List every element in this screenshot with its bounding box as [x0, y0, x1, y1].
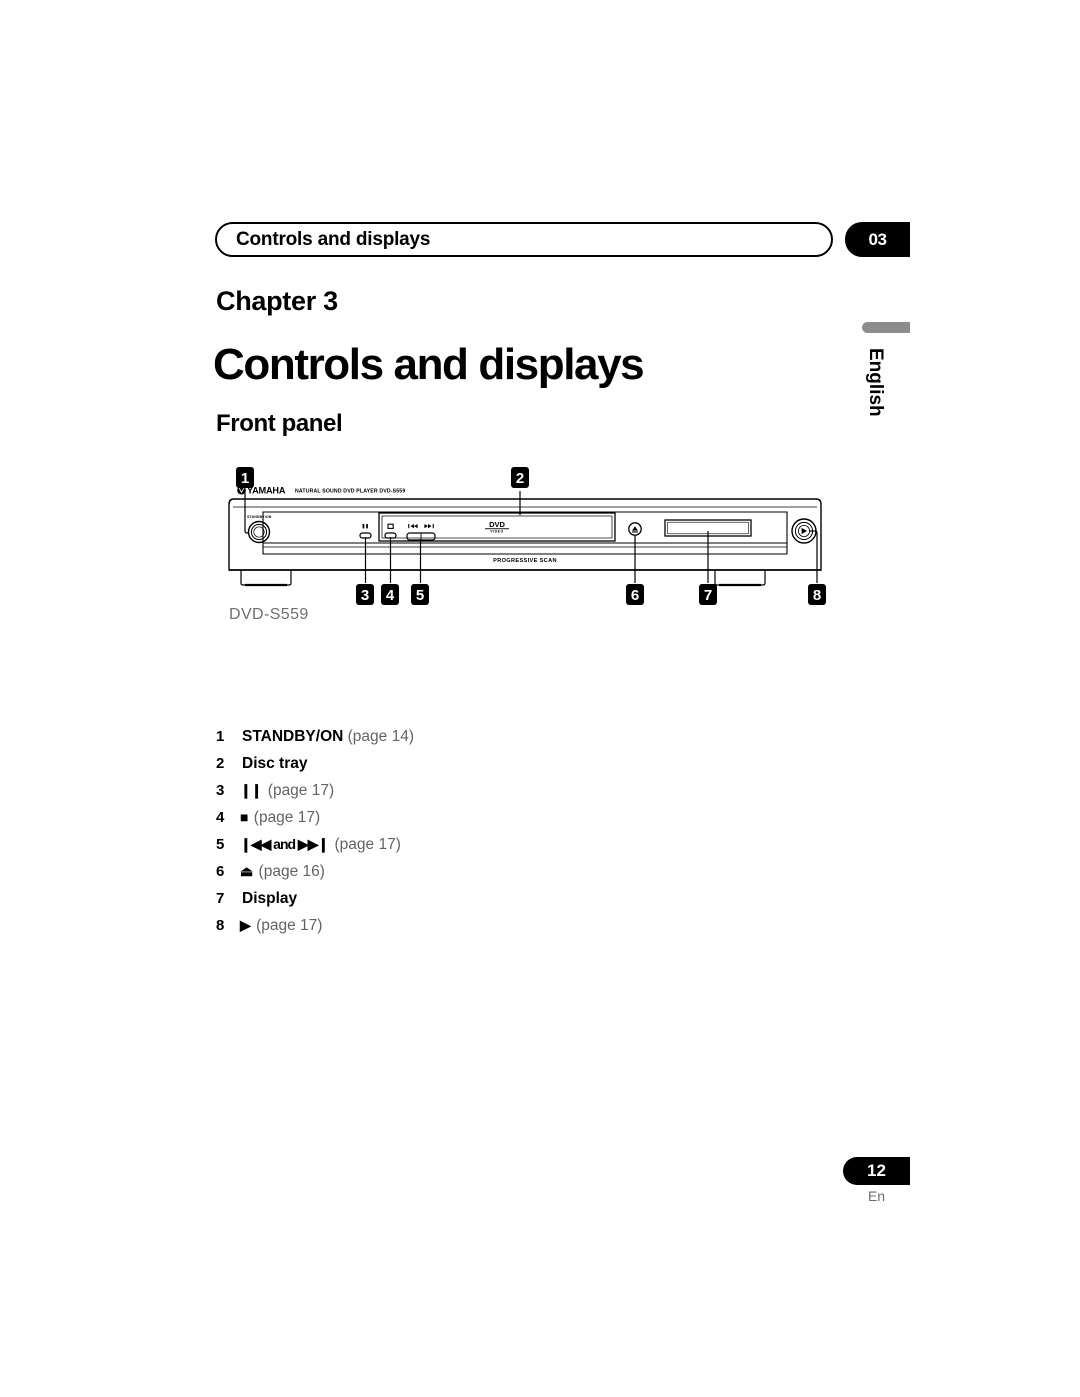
running-header-bar: Controls and displays	[215, 222, 833, 257]
callout-3: 3	[356, 584, 374, 605]
eject-button	[628, 522, 642, 536]
list-item: 5 ❙◀◀ and ▶▶❙ (page 17)	[216, 836, 646, 863]
front-panel-legend-list: 1 STANDBY/ON (page 14) 2 Disc tray 3 ❙❙ …	[216, 728, 646, 944]
svg-text:1: 1	[241, 470, 249, 487]
side-gray-bar	[862, 322, 910, 333]
progressive-scan-label: PROGRESSIVE SCAN	[493, 558, 557, 564]
legend-number: 5	[216, 836, 225, 853]
legend-number: 3	[216, 782, 225, 799]
stop-icon: ■	[240, 809, 249, 825]
callout-1: 1	[236, 467, 254, 488]
chapter-number-tab: 03	[845, 222, 910, 257]
running-header-title: Controls and displays	[236, 229, 431, 250]
section-title: Front panel	[216, 409, 343, 437]
disc-tray-dvd-logo: DVD	[489, 520, 505, 529]
callout-7: 7	[699, 584, 717, 605]
legend-text: ▶ (page 17)	[240, 917, 322, 935]
side-language-label: English	[865, 348, 886, 417]
list-item: 1 STANDBY/ON (page 14)	[216, 728, 646, 755]
legend-label: Disc tray	[242, 755, 308, 772]
skip-buttons	[406, 524, 436, 541]
legend-page-ref: (page 17)	[256, 917, 323, 934]
legend-text: ❙❙ (page 17)	[240, 782, 334, 800]
list-item: 8 ▶ (page 17)	[216, 917, 646, 944]
legend-number: 1	[216, 728, 225, 745]
list-item: 3 ❙❙ (page 17)	[216, 782, 646, 809]
footer-language-code: En	[867, 1188, 886, 1204]
list-item: 2 Disc tray	[216, 755, 646, 782]
page-title: Controls and displays	[213, 340, 645, 390]
legend-page-ref: (page 16)	[258, 863, 325, 880]
disc-tray-video-logo: VIDEO	[490, 530, 504, 534]
front-panel-figure: DVD VIDEO YAMAHA NATURAL SOUND DVD PLAYE…	[215, 465, 855, 630]
legend-text: Display	[240, 890, 297, 908]
legend-text: STANDBY/ON (page 14)	[240, 728, 414, 746]
legend-number: 4	[216, 809, 225, 826]
eject-icon: ⏏	[240, 863, 253, 879]
list-item: 6 ⏏ (page 16)	[216, 863, 646, 890]
legend-number: 6	[216, 863, 225, 880]
callout-5: 5	[411, 584, 429, 605]
legend-page-ref: (page 14)	[347, 728, 414, 745]
list-item: 7 Display	[216, 890, 646, 917]
page-number-tab: 12	[843, 1157, 910, 1185]
chapter-label: Chapter 3	[216, 286, 338, 316]
svg-text:3: 3	[361, 587, 369, 604]
legend-number: 7	[216, 890, 225, 907]
callout-2: 2	[511, 467, 529, 488]
stop-button	[384, 523, 397, 539]
legend-page-ref: (page 17)	[253, 809, 321, 826]
svg-text:7: 7	[704, 587, 712, 604]
callout-6: 6	[626, 584, 644, 605]
svg-text:2: 2	[516, 470, 524, 487]
pause-icon: ❙❙	[240, 782, 262, 798]
standby-on-button	[247, 520, 271, 544]
legend-page-ref: (page 17)	[334, 836, 401, 853]
svg-text:5: 5	[416, 587, 424, 604]
legend-text: ■ (page 17)	[240, 809, 320, 827]
legend-text: ❙◀◀ and ▶▶❙ (page 17)	[240, 836, 401, 854]
pause-button	[359, 524, 372, 539]
product-line-text: NATURAL SOUND DVD PLAYER DVD-S559	[295, 489, 405, 495]
legend-number: 8	[216, 917, 225, 934]
legend-page-ref: (page 17)	[267, 782, 335, 799]
play-icon: ▶	[240, 917, 251, 933]
list-item: 4 ■ (page 17)	[216, 809, 646, 836]
svg-text:4: 4	[386, 587, 395, 604]
callout-4: 4	[381, 584, 399, 605]
svg-text:8: 8	[813, 587, 821, 604]
legend-label: STANDBY/ON	[242, 728, 344, 745]
legend-text: Disc tray	[240, 755, 307, 773]
svg-text:6: 6	[631, 587, 639, 604]
legend-number: 2	[216, 755, 225, 772]
legend-text: ⏏ (page 16)	[240, 863, 325, 881]
legend-label: Display	[242, 890, 298, 907]
model-name-label: DVD-S559	[229, 606, 309, 623]
standby-on-label: STANDBY/ON	[247, 515, 272, 519]
play-triangle-icon	[801, 527, 807, 535]
skip-prev-next-icon: ❙◀◀ and ▶▶❙	[240, 836, 329, 852]
callout-8: 8	[808, 584, 826, 605]
